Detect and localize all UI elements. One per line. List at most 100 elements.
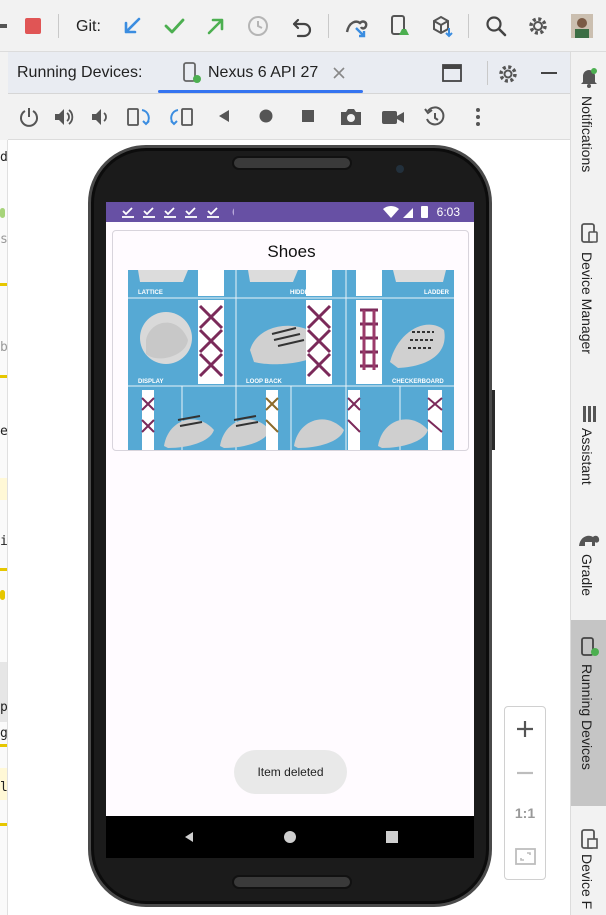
rotate-right-icon[interactable] [168, 105, 194, 129]
toolbar-divider [468, 14, 469, 38]
cutoff-icon[interactable] [0, 14, 18, 38]
git-push-icon[interactable] [204, 14, 228, 38]
sidebar-item-device-file-explorer[interactable]: Device F [571, 822, 606, 915]
sidebar-label: Assistant [579, 428, 595, 485]
history-clock-icon[interactable] [246, 14, 270, 38]
fit-screen-icon[interactable] [515, 847, 537, 867]
sidebar-label: Notifications [579, 96, 595, 173]
sdk-manager-icon[interactable] [430, 14, 454, 38]
overview-icon[interactable] [299, 107, 317, 125]
window-layout-icon[interactable] [442, 63, 462, 83]
header-divider [487, 61, 488, 85]
gutter-char: g [0, 726, 8, 741]
shoe-lacing-image: LATTICE HIDDEN KNOT LADDER DISPLAY LOOP … [128, 270, 454, 450]
device-manager-sidebar-icon [581, 223, 598, 243]
volume-up-icon[interactable] [53, 106, 77, 128]
signal-battery-icons [383, 205, 428, 218]
image-label-ladder: LADDER [424, 290, 450, 296]
main-toolbar: Git: [0, 0, 606, 52]
gutter-char: e [0, 424, 8, 439]
zoom-controls: 1:1 [504, 706, 546, 880]
toast-message: Item deleted [234, 750, 347, 794]
notification-icons [122, 207, 234, 218]
sidebar-item-running-devices[interactable]: Running Devices [571, 620, 606, 806]
toolbar-divider [328, 14, 329, 38]
home-icon[interactable] [257, 107, 275, 125]
git-update-icon[interactable] [120, 14, 144, 38]
list-item-card[interactable]: Shoes LATTICE HIDDEN KNOT LADDER DISPLAY… [112, 230, 469, 451]
active-tab-indicator [158, 90, 363, 93]
tab-nexus-6[interactable]: Nexus 6 API 27 [158, 52, 364, 94]
power-icon[interactable] [18, 106, 40, 128]
zoom-out-icon[interactable] [515, 763, 535, 783]
sidebar-item-notifications[interactable]: Notifications [571, 58, 606, 198]
device-controls-toolbar [8, 94, 570, 140]
screenshot-camera-icon[interactable] [339, 106, 363, 128]
sidebar-label: Running Devices [579, 664, 595, 770]
assistant-icon [583, 406, 596, 422]
avatar[interactable] [570, 14, 594, 38]
device-icon [183, 62, 201, 83]
device-tab-label: Nexus 6 API 27 [208, 64, 319, 81]
toolbar-divider [58, 14, 59, 38]
gutter-char: s [0, 232, 8, 247]
nav-back-icon[interactable] [182, 830, 196, 844]
git-label: Git: [76, 18, 101, 35]
emulator-panel: 6:03 Shoes LATTICE HIDDEN KNOT LADDER DI… [8, 140, 570, 915]
image-label-lattice: LATTICE [138, 290, 163, 296]
status-bar: 6:03 [106, 202, 474, 222]
more-options-icon[interactable] [470, 106, 486, 128]
image-label-checkerboard: CHECKERBOARD [392, 379, 444, 385]
image-label-loop-back: LOOP BACK [246, 379, 283, 385]
back-icon[interactable] [215, 107, 233, 125]
bell-icon [581, 68, 597, 88]
right-tool-sidebar: Notifications Device Manager Assistant G… [570, 52, 606, 915]
sidebar-label: Device Manager [579, 252, 595, 354]
running-devices-title: Running Devices: [17, 64, 143, 81]
rollback-icon[interactable] [290, 14, 314, 38]
search-icon[interactable] [484, 14, 508, 38]
stop-icon[interactable] [21, 14, 45, 38]
sidebar-label: Gradle [579, 554, 595, 597]
gutter-highlight [0, 478, 7, 500]
settings-gear-icon[interactable] [497, 63, 519, 85]
minimize-icon[interactable] [539, 63, 559, 83]
gutter-char: b [0, 340, 8, 355]
bottom-speaker [232, 875, 352, 889]
rotate-left-icon[interactable] [126, 105, 152, 129]
zoom-in-icon[interactable] [515, 719, 535, 739]
image-label-display: DISPLAY [138, 379, 163, 385]
sidebar-label: Device F [579, 854, 595, 910]
sidebar-item-device-manager[interactable]: Device Manager [571, 216, 606, 376]
running-devices-header: Running Devices: Nexus 6 API 27 [8, 52, 570, 94]
front-camera [396, 165, 404, 173]
gear-icon[interactable] [526, 14, 550, 38]
card-title: Shoes [267, 242, 316, 261]
android-nav-bar [106, 816, 474, 858]
volume-down-icon[interactable] [90, 106, 112, 128]
gutter-marker [0, 590, 5, 600]
gradle-elephant-icon [579, 535, 600, 546]
gutter-marker [0, 823, 7, 826]
device-manager-icon[interactable] [388, 14, 412, 38]
gutter-char: l [0, 780, 8, 795]
close-icon[interactable] [332, 66, 346, 80]
editor-gutter: d s b e i p g l [0, 140, 8, 915]
nav-home-icon[interactable] [283, 830, 297, 844]
zoom-1-to-1-button[interactable]: 1:1 [505, 805, 545, 821]
sidebar-item-gradle[interactable]: Gradle [571, 526, 606, 616]
running-devices-icon [581, 637, 599, 656]
ide-window: Git: Running Devices: Nexus 6 API 27 d s… [0, 0, 606, 915]
gutter-marker [0, 744, 7, 747]
git-commit-icon[interactable] [162, 14, 186, 38]
side-button [492, 390, 495, 450]
device-screen[interactable]: 6:03 Shoes LATTICE HIDDEN KNOT LADDER DI… [106, 202, 474, 816]
screen-record-icon[interactable] [380, 106, 406, 128]
device-file-icon [581, 829, 598, 849]
gradle-sync-icon[interactable] [344, 14, 368, 38]
nav-overview-icon[interactable] [385, 830, 399, 844]
gutter-char: p [0, 700, 8, 715]
sidebar-item-assistant[interactable]: Assistant [571, 400, 606, 510]
gutter-marker [0, 375, 7, 378]
snapshot-icon[interactable] [423, 105, 447, 129]
